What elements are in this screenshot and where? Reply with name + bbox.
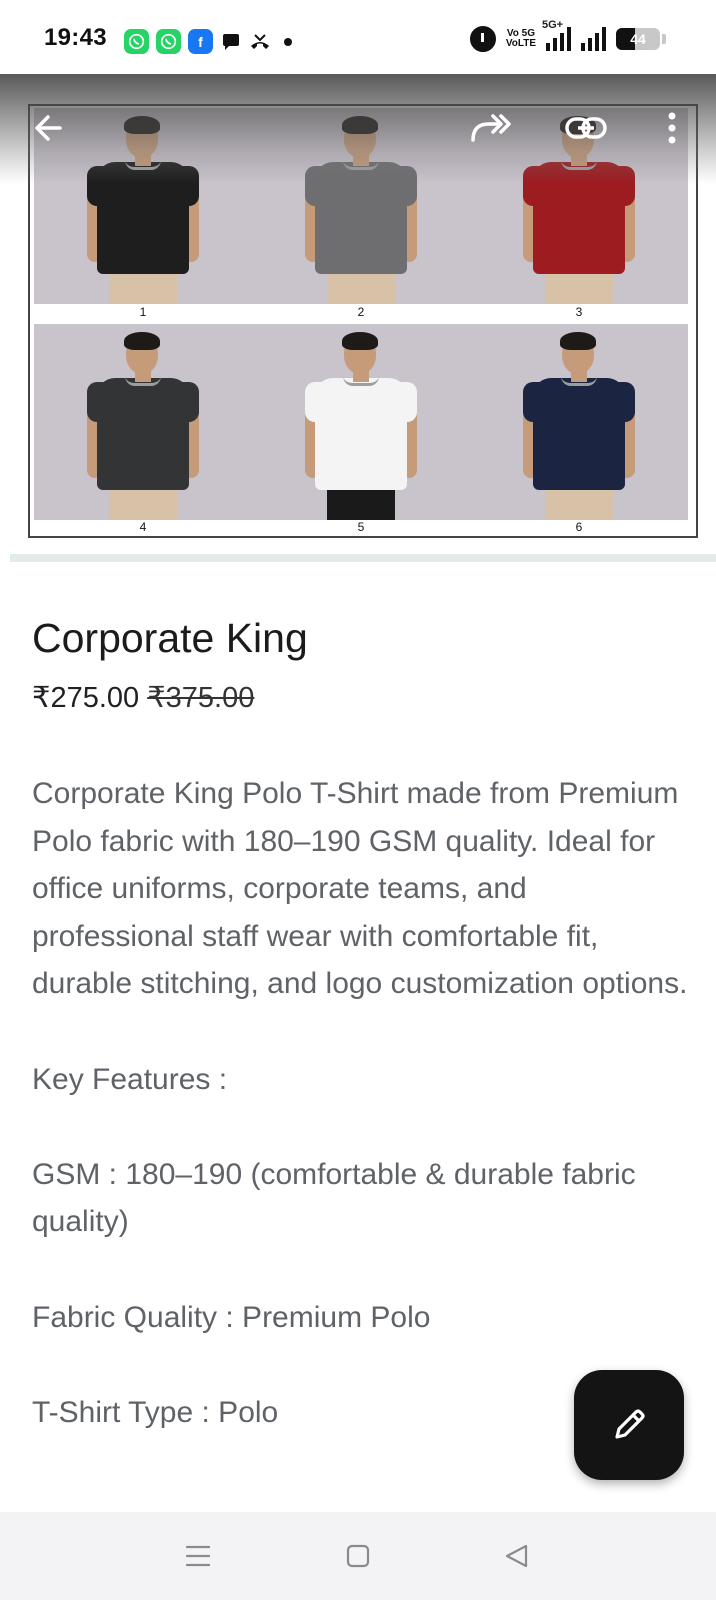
edit-fab-button[interactable]: [574, 1370, 684, 1480]
product-details: Corporate King ₹275.00 ₹375.00 Corporate…: [32, 612, 692, 1484]
message-icon: [220, 29, 242, 54]
link-button[interactable]: [562, 104, 610, 152]
whatsapp-business-icon: [156, 29, 181, 54]
sale-price: ₹275.00: [32, 682, 140, 714]
battery-icon: 44: [616, 28, 660, 50]
home-button[interactable]: [342, 1540, 374, 1572]
media-toolbar: [0, 74, 716, 184]
back-icon: [505, 1544, 528, 1568]
original-price: ₹375.00: [147, 682, 255, 714]
forward-icon: [471, 114, 511, 142]
product-description: Corporate King Polo T-Shirt made from Pr…: [32, 770, 692, 1436]
product-image-tile: [34, 324, 252, 520]
more-options-button[interactable]: [648, 104, 696, 152]
tile-label: 3: [575, 305, 583, 319]
feature-item: GSM : 180–190 (comfortable & durable fab…: [32, 1157, 636, 1239]
more-notifications-dot: [284, 37, 292, 46]
back-button[interactable]: [24, 104, 72, 152]
network-label-bottom: VoLTE: [505, 38, 536, 49]
alarm-icon: [469, 26, 496, 52]
more-vertical-icon: [668, 112, 676, 144]
tile-label: 4: [139, 520, 147, 534]
forward-button[interactable]: [466, 104, 514, 152]
tile-label: 6: [575, 520, 583, 534]
tile-label: 1: [139, 305, 147, 319]
nav-back-button[interactable]: [500, 1540, 532, 1572]
tile-label: 2: [357, 305, 365, 319]
signal-icon: [581, 27, 606, 51]
network-type-label: 5G+: [542, 19, 564, 31]
signal-5g-icon: 5G+: [542, 19, 571, 51]
price-row: ₹275.00 ₹375.00: [32, 678, 692, 718]
system-nav-bar: [0, 1512, 716, 1600]
menu-icon: [185, 1545, 211, 1567]
volte-indicator: Vo 5G VoLTE: [506, 29, 536, 49]
battery-level: 44: [630, 31, 646, 47]
facebook-icon: f: [188, 29, 213, 54]
features-heading: Key Features :: [32, 1062, 228, 1096]
status-time: 19:43: [44, 24, 107, 51]
description-text: Corporate King Polo T-Shirt made from Pr…: [32, 777, 688, 1001]
recent-apps-button[interactable]: [182, 1540, 214, 1572]
back-arrow-icon: [35, 115, 62, 141]
media-viewer[interactable]: 1 2 3 4 5 6: [0, 74, 716, 568]
feature-item: Fabric Quality : Premium Polo: [32, 1300, 431, 1334]
product-image-tile: [470, 324, 688, 520]
whatsapp-icon: [124, 29, 149, 54]
link-icon: [565, 117, 607, 139]
pencil-icon: [615, 1409, 645, 1439]
product-title: Corporate King: [32, 615, 308, 661]
notification-icons: f: [124, 29, 292, 54]
missed-call-icon: [249, 29, 271, 54]
system-icons: Vo 5G VoLTE 5G+ 44: [469, 19, 666, 52]
product-image-tile: [252, 324, 470, 520]
home-icon: [346, 1544, 370, 1568]
tile-label: 5: [357, 520, 365, 534]
status-bar: 19:43 f Vo 5G VoLTE 5G+ 44: [0, 0, 716, 74]
